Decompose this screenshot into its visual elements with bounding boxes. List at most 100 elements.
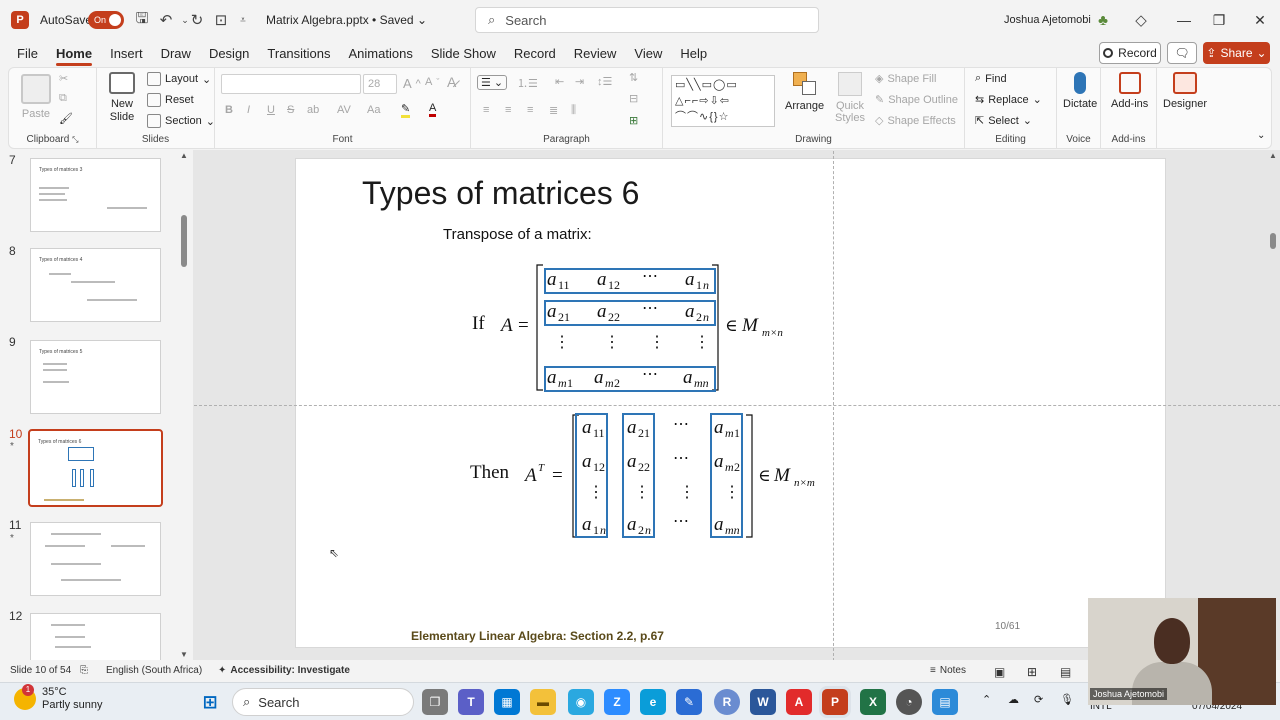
menu-insert[interactable]: Insert bbox=[101, 46, 152, 66]
italic-icon[interactable]: I bbox=[247, 104, 250, 116]
align-right-icon[interactable]: ≡ bbox=[527, 104, 533, 116]
section-button[interactable]: Section ⌄ bbox=[147, 114, 215, 128]
clear-formatting-icon[interactable]: A̷ bbox=[447, 74, 456, 90]
current-slide[interactable]: Types of matrices 6 Transpose of a matri… bbox=[194, 151, 1280, 660]
decrease-indent-icon[interactable]: ⇤ bbox=[555, 75, 564, 88]
edge-icon[interactable]: e bbox=[640, 689, 666, 715]
shape-effects-button[interactable]: ◇ Shape Effects bbox=[875, 114, 956, 128]
microphone-tray-icon[interactable]: 🎙 bbox=[1060, 693, 1074, 706]
search-box[interactable]: ⌕ Search bbox=[475, 7, 819, 33]
menu-record[interactable]: Record bbox=[505, 46, 565, 66]
menu-help[interactable]: Help bbox=[671, 46, 716, 66]
chrome-icon[interactable]: ◉ bbox=[568, 689, 594, 715]
underline-icon[interactable]: U bbox=[267, 104, 275, 116]
slide-sorter-icon[interactable]: ⊞ bbox=[1027, 665, 1037, 679]
teams-icon[interactable]: T bbox=[458, 689, 484, 715]
canvas-scrollbar[interactable] bbox=[1268, 150, 1278, 660]
menu-home[interactable]: Home bbox=[47, 46, 101, 66]
find-button[interactable]: ⌕ Find bbox=[975, 72, 1007, 85]
premium-diamond-icon[interactable]: ◇ bbox=[1130, 11, 1152, 29]
increase-font-icon[interactable]: A ^ bbox=[403, 76, 421, 91]
font-color-icon[interactable]: A bbox=[429, 102, 437, 117]
powerpoint-taskbar-icon[interactable]: P bbox=[822, 689, 848, 715]
reset-button[interactable]: Reset bbox=[147, 93, 194, 107]
slide-thumbnail-12[interactable] bbox=[30, 613, 161, 660]
shape-fill-button[interactable]: ◈ Shape Fill bbox=[875, 72, 936, 86]
align-center-icon[interactable]: ≡ bbox=[505, 104, 511, 116]
arrange-button[interactable]: Arrange bbox=[785, 72, 824, 112]
slide-thumbnail-7[interactable]: Types of matrices 3 bbox=[30, 158, 161, 232]
matrix-equations[interactable]: A = a 11 a 12 ⋯ a1n a 21 a 22 ⋯ a2n ⋮ ⋮ ⋮ ⋮ bbox=[296, 159, 1167, 649]
slide-thumbnail-10[interactable]: Types of matrices 6 bbox=[28, 429, 163, 507]
justify-icon[interactable]: ≣ bbox=[549, 104, 558, 117]
numbering-icon[interactable]: ⒈☰ bbox=[517, 75, 538, 91]
acrobat-icon[interactable]: A bbox=[786, 689, 812, 715]
present-icon[interactable]: ⊡ bbox=[210, 11, 232, 29]
collapse-ribbon-icon[interactable]: ⌄ bbox=[1257, 130, 1265, 141]
task-view-icon[interactable]: ❐ bbox=[422, 689, 448, 715]
font-family-select[interactable] bbox=[221, 74, 361, 94]
bullets-icon[interactable]: ☰ ⌄ bbox=[477, 75, 508, 90]
menu-animations[interactable]: Animations bbox=[340, 46, 422, 66]
menu-slide-show[interactable]: Slide Show bbox=[422, 46, 505, 66]
close-icon[interactable]: ✕ bbox=[1240, 12, 1280, 29]
character-spacing-icon[interactable]: AV bbox=[337, 104, 351, 116]
weather-widget[interactable]: 1 35°C Partly sunny bbox=[14, 684, 103, 712]
thumbnail-scroll-thumb[interactable] bbox=[181, 215, 187, 267]
autosave-toggle[interactable]: On bbox=[88, 11, 124, 29]
taskbar-search[interactable]: ⌕ Search bbox=[232, 688, 414, 716]
accessibility-status[interactable]: ✦ Accessibility: Investigate bbox=[218, 665, 350, 676]
menu-file[interactable]: File bbox=[8, 46, 47, 66]
store-icon[interactable]: ▦ bbox=[494, 689, 520, 715]
document-title[interactable]: Matrix Algebra.pptx • Saved ⌄ bbox=[266, 0, 427, 40]
decrease-font-icon[interactable]: Aˇ bbox=[425, 76, 439, 88]
slide-footer[interactable]: Elementary Linear Algebra: Section 2.2, … bbox=[411, 629, 664, 643]
slide-count[interactable]: Slide 10 of 54 bbox=[10, 665, 71, 676]
reading-view-icon[interactable]: ▤ bbox=[1060, 665, 1071, 679]
scroll-down-icon[interactable]: ▼ bbox=[180, 650, 188, 659]
notepad-icon[interactable]: ▤ bbox=[932, 689, 958, 715]
normal-view-icon[interactable]: ▣ bbox=[994, 665, 1005, 679]
menu-review[interactable]: Review bbox=[565, 46, 626, 66]
bold-icon[interactable]: B bbox=[225, 104, 233, 116]
onedrive-icon[interactable]: ☁ bbox=[1008, 693, 1019, 706]
dictate-button[interactable]: Dictate bbox=[1063, 72, 1097, 110]
file-explorer-icon[interactable]: ▬ bbox=[530, 689, 556, 715]
tray-overflow-icon[interactable]: ⌃ bbox=[982, 693, 991, 706]
layout-button[interactable]: Layout ⌄ bbox=[147, 72, 211, 86]
word-icon[interactable]: W bbox=[750, 689, 776, 715]
zoom-icon[interactable]: Z bbox=[604, 689, 630, 715]
save-icon[interactable]: 🖫 bbox=[131, 8, 153, 33]
cut-icon[interactable]: ✂ bbox=[59, 72, 68, 85]
redo-icon[interactable]: ↻ bbox=[186, 11, 208, 29]
change-case-icon[interactable]: Aa bbox=[367, 104, 380, 116]
copy-icon[interactable]: ⧉ bbox=[59, 92, 67, 105]
notes-app-icon[interactable]: ✎ bbox=[676, 689, 702, 715]
menu-draw[interactable]: Draw bbox=[152, 46, 200, 66]
replace-button[interactable]: ⇆ Replace ⌄ bbox=[975, 93, 1042, 107]
notes-button[interactable]: ≡ Notes bbox=[930, 665, 966, 676]
sync-icon[interactable]: ⟳ bbox=[1034, 693, 1043, 706]
addins-button[interactable]: Add-ins bbox=[1111, 72, 1148, 110]
align-text-icon[interactable]: ⊟ bbox=[629, 92, 638, 105]
line-spacing-icon[interactable]: ↕☰ bbox=[597, 75, 612, 88]
minimize-icon[interactable]: — bbox=[1164, 12, 1204, 28]
scroll-up-icon[interactable]: ▲ bbox=[180, 151, 188, 160]
spell-check-icon[interactable]: ⎘ bbox=[80, 665, 88, 676]
menu-transitions[interactable]: Transitions bbox=[258, 46, 339, 66]
increase-indent-icon[interactable]: ⇥ bbox=[575, 75, 584, 88]
profile-badge-icon[interactable]: ♣ bbox=[1092, 12, 1114, 29]
slide-thumbnail-11[interactable] bbox=[30, 522, 161, 596]
menu-view[interactable]: View bbox=[625, 46, 671, 66]
windows-start-icon[interactable]: ⊞ bbox=[197, 689, 223, 715]
shape-outline-button[interactable]: ✎ Shape Outline bbox=[875, 93, 958, 107]
slide-thumbnail-9[interactable]: Types of matrices 5 bbox=[30, 340, 161, 414]
paste-button[interactable]: Paste bbox=[21, 74, 51, 120]
slide-thumbnail-8[interactable]: Types of matrices 4 bbox=[30, 248, 161, 322]
text-direction-icon[interactable]: ⇅ bbox=[629, 71, 638, 84]
text-shadow-icon[interactable]: ab bbox=[307, 104, 319, 116]
clipboard-launcher-icon[interactable]: ⤡ bbox=[72, 135, 78, 144]
canvas-scroll-up-icon[interactable]: ▲ bbox=[1269, 151, 1277, 160]
language-status[interactable]: English (South Africa) bbox=[106, 665, 202, 676]
r-app-icon[interactable]: R bbox=[714, 689, 740, 715]
